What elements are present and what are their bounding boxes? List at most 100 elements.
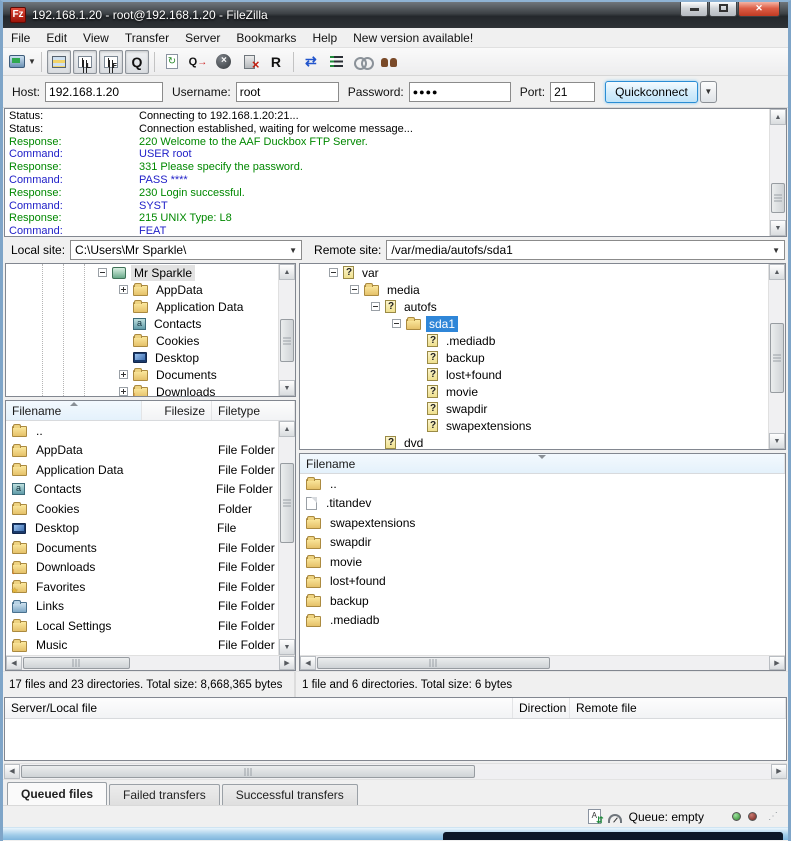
file-row[interactable]: .. (300, 474, 785, 494)
file-row[interactable]: LinksFile Folder (6, 597, 295, 617)
menu-server[interactable]: Server (177, 29, 228, 47)
expand-icon[interactable] (119, 285, 128, 294)
directory-comparison-button[interactable]: ⇄ (299, 50, 323, 74)
collapse-icon[interactable] (392, 319, 401, 328)
file-row[interactable]: .mediadb (300, 611, 785, 631)
tree-item[interactable]: Mr Sparkle (6, 264, 295, 281)
remote-list-hscrollbar[interactable]: ◀ ▶ (300, 655, 785, 670)
quickconnect-dropdown-button[interactable]: ▼ (700, 81, 717, 103)
tree-item[interactable]: Application Data (6, 298, 295, 315)
scroll-right-icon[interactable]: ▶ (769, 656, 785, 670)
file-row[interactable]: movie (300, 552, 785, 572)
log-scrollbar[interactable]: ▲ ▼ (769, 109, 786, 236)
local-tree-toggle-button[interactable] (73, 50, 97, 74)
file-row[interactable]: .. (6, 421, 295, 441)
scroll-left-icon[interactable]: ◀ (4, 764, 20, 779)
column-server-local-file[interactable]: Server/Local file (5, 698, 513, 718)
menu-file[interactable]: File (3, 29, 38, 47)
tree-item[interactable]: Desktop (6, 349, 295, 366)
tree-item[interactable]: swapextensions (300, 417, 785, 434)
tree-item[interactable]: Documents (6, 366, 295, 383)
file-row[interactable]: swapdir (300, 533, 785, 553)
local-site-combo[interactable]: C:\Users\Mr Sparkle\▼ (70, 240, 302, 260)
tree-item[interactable]: Contacts (6, 315, 295, 332)
close-button[interactable]: ✕ (738, 2, 780, 17)
scrollbar-thumb[interactable] (771, 183, 785, 213)
scroll-down-icon[interactable]: ▼ (279, 380, 295, 396)
scroll-left-icon[interactable]: ◀ (6, 656, 22, 670)
expand-icon[interactable] (119, 387, 128, 396)
sync-browsing-button[interactable] (351, 50, 375, 74)
tab-successful-transfers[interactable]: Successful transfers (222, 784, 358, 805)
tree-item[interactable]: var (300, 264, 785, 281)
column-direction[interactable]: Direction (513, 698, 570, 718)
file-row[interactable]: .titandev (300, 494, 785, 514)
tree-item[interactable]: .mediadb (300, 332, 785, 349)
scroll-right-icon[interactable]: ▶ (279, 656, 295, 670)
site-manager-button[interactable]: ▼ (9, 50, 36, 74)
collapse-icon[interactable] (329, 268, 338, 277)
column-remote-file[interactable]: Remote file (570, 698, 786, 718)
reconnect-button[interactable]: R (264, 50, 288, 74)
file-row[interactable]: lost+found (300, 572, 785, 592)
file-row[interactable]: FavoritesFile Folder (6, 577, 295, 597)
host-input[interactable] (45, 82, 163, 102)
queue-toggle-button[interactable]: Q (125, 50, 149, 74)
file-row[interactable]: Application DataFile Folder (6, 460, 295, 480)
file-row[interactable]: CookiesFolder (6, 499, 295, 519)
scroll-up-icon[interactable]: ▲ (279, 264, 295, 280)
speed-limit-icon[interactable] (608, 814, 622, 823)
scroll-down-icon[interactable]: ▼ (770, 220, 786, 236)
scroll-right-icon[interactable]: ▶ (771, 764, 787, 779)
cancel-button[interactable]: × (212, 50, 236, 74)
maximize-button[interactable] (709, 2, 737, 17)
collapse-icon[interactable] (350, 285, 359, 294)
tab-queued-files[interactable]: Queued files (7, 782, 107, 805)
column-filename[interactable]: Filename (300, 454, 785, 473)
remote-site-combo[interactable]: /var/media/autofs/sda1▼ (386, 240, 785, 260)
file-row[interactable]: ContactsFile Folder (6, 480, 295, 500)
menu-view[interactable]: View (75, 29, 117, 47)
tree-item[interactable]: media (300, 281, 785, 298)
file-row[interactable]: backup (300, 591, 785, 611)
expand-icon[interactable] (119, 370, 128, 379)
remote-tree-toggle-button[interactable] (99, 50, 123, 74)
scroll-down-icon[interactable]: ▼ (279, 639, 295, 655)
port-input[interactable] (550, 82, 595, 102)
tab-failed-transfers[interactable]: Failed transfers (109, 784, 220, 805)
column-filesize[interactable]: Filesize (142, 401, 212, 420)
process-queue-button[interactable]: Q (186, 50, 210, 74)
scroll-up-icon[interactable]: ▲ (770, 109, 786, 125)
search-button[interactable] (377, 50, 401, 74)
message-log-toggle-button[interactable] (47, 50, 71, 74)
username-input[interactable] (236, 82, 339, 102)
remote-tree-scrollbar[interactable]: ▲ ▼ (768, 264, 785, 449)
file-row[interactable]: swapextensions (300, 513, 785, 533)
scrollbar-thumb[interactable] (280, 463, 294, 543)
minimize-button[interactable] (680, 2, 708, 17)
tree-item[interactable]: lost+found (300, 366, 785, 383)
refresh-button[interactable]: ↻ (160, 50, 184, 74)
title-bar[interactable]: Fz 192.168.1.20 - root@192.168.1.20 - Fi… (3, 2, 788, 28)
menu-new-version[interactable]: New version available! (345, 29, 481, 47)
tree-item[interactable]: dvd (300, 434, 785, 450)
local-list-scrollbar[interactable]: ▲ ▼ (278, 421, 295, 655)
local-tree-scrollbar[interactable]: ▲ ▼ (278, 264, 295, 396)
file-row[interactable]: MusicFile Folder (6, 636, 295, 656)
scroll-up-icon[interactable]: ▲ (279, 421, 295, 437)
filter-button[interactable] (325, 50, 349, 74)
disconnect-button[interactable] (238, 50, 262, 74)
password-input[interactable] (409, 82, 511, 102)
file-row[interactable]: DocumentsFile Folder (6, 538, 295, 558)
column-filename[interactable]: Filename (6, 401, 142, 420)
scrollbar-thumb[interactable] (21, 765, 475, 778)
file-row[interactable]: DownloadsFile Folder (6, 558, 295, 578)
tree-item[interactable]: swapdir (300, 400, 785, 417)
queue-hscrollbar[interactable]: ◀ ▶ (4, 763, 787, 779)
scroll-down-icon[interactable]: ▼ (769, 433, 785, 449)
file-row[interactable]: DesktopFile (6, 519, 295, 539)
quickconnect-button[interactable]: Quickconnect (605, 81, 698, 103)
menu-edit[interactable]: Edit (38, 29, 75, 47)
tree-item[interactable]: AppData (6, 281, 295, 298)
tree-item[interactable]: autofs (300, 298, 785, 315)
